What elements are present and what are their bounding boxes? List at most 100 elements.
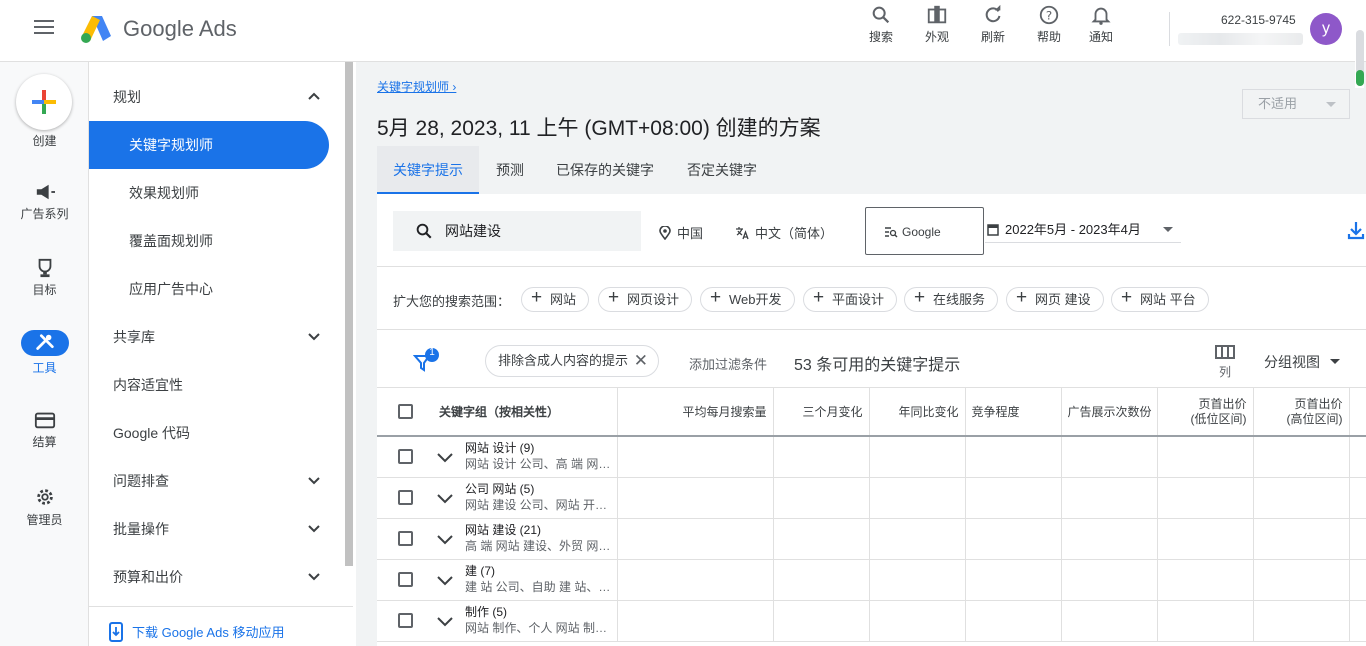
keyword-ideas-panel: 网站建设 中国 中文（简体） Google 2022年5月 - 2023年4月 … [377, 194, 1366, 646]
subnav-google-tag[interactable]: Google 代码 [89, 409, 329, 457]
col-impression-share[interactable]: 广告展示次数份 [1060, 388, 1157, 437]
row-checkbox-cell[interactable] [377, 600, 433, 642]
group-view-selector[interactable]: 分组视图 [1264, 352, 1340, 372]
tools-subnav: 规划 关键字规划师 效果规划师 覆盖面规划师 应用广告中心 共享库 内容适宜性 … [89, 62, 345, 646]
subnav-scrollbar[interactable] [345, 62, 353, 566]
breadcrumb[interactable]: 关键字规划师 › [377, 78, 456, 95]
row-checkbox-cell[interactable] [377, 559, 433, 601]
col-top-bid-low[interactable]: 页首出价 (低位区间) [1156, 388, 1253, 437]
row-checkbox-cell[interactable] [377, 518, 433, 560]
download-mobile-app-link[interactable]: 下载 Google Ads 移动应用 [108, 622, 284, 642]
tab-forecast[interactable]: 预测 [480, 146, 540, 194]
location-selector[interactable]: 中国 [659, 223, 703, 242]
suggestion-chip[interactable]: 网页 建设 [1006, 286, 1104, 312]
google-ads-logo [81, 16, 111, 43]
add-filter-button[interactable]: 添加过滤条件 [689, 354, 767, 373]
col-keyword-group[interactable]: 关键字组（按相关性） [433, 388, 617, 437]
keyword-group-cell[interactable]: 公司 网站 (5) 网站 建设 公司、网站 开… [433, 477, 617, 519]
table-row[interactable]: 建 (7) 建 站 公司、自助 建 站、… [377, 559, 1366, 601]
row-checkbox[interactable] [397, 613, 413, 628]
subnav-bulk-actions[interactable]: 批量操作 [89, 505, 329, 553]
table-row[interactable]: 制作 (5) 网站 制作、个人 网站 制… [377, 600, 1366, 642]
subnav-app-advertising-hub[interactable]: 应用广告中心 [89, 265, 329, 313]
chevron-down-icon[interactable] [437, 453, 453, 463]
keyword-group-cell[interactable]: 制作 (5) 网站 制作、个人 网站 制… [433, 600, 617, 642]
suggestion-chip[interactable]: 网站 平台 [1111, 286, 1209, 312]
network-selector[interactable]: Google [865, 207, 984, 255]
tab-saved-keywords[interactable]: 已保存的关键字 [540, 146, 670, 194]
row-checkbox[interactable] [397, 572, 413, 587]
metric-cell [1252, 559, 1349, 601]
subnav-budgets-bids[interactable]: 预算和出价 [89, 553, 329, 601]
keyword-search-input[interactable]: 网站建设 [393, 211, 641, 251]
select-all-cell[interactable] [377, 388, 433, 437]
subnav-keyword-planner[interactable]: 关键字规划师 [89, 121, 329, 169]
appearance-button[interactable]: 外观 [917, 4, 957, 45]
menu-icon[interactable] [34, 20, 54, 38]
help-button[interactable]: ? 帮助 [1029, 4, 1069, 45]
keyword-group-cell[interactable]: 网站 设计 (9) 网站 设计 公司、高 端 网… [433, 436, 617, 478]
col-three-month-change[interactable]: 三个月变化 [772, 388, 869, 437]
page-scrollbar[interactable] [1355, 30, 1364, 88]
search-button[interactable]: 搜索 [861, 4, 901, 45]
page-title: 5月 28, 2023, 11 上午 (GMT+08:00) 创建的方案 [377, 117, 821, 140]
status-select[interactable]: 不适用 [1242, 89, 1350, 119]
broaden-search-row: 扩大您的搜索范围： 网站 网页设计 Web开发 平面设计 在线服务 网页 建设 … [377, 266, 1366, 330]
nav-campaigns[interactable]: 广告系列 [0, 182, 89, 222]
table-row[interactable]: 公司 网站 (5) 网站 建设 公司、网站 开… [377, 477, 1366, 519]
col-avg-monthly-searches[interactable]: 平均每月搜索量 [616, 388, 773, 437]
subnav-performance-planner[interactable]: 效果规划师 [89, 169, 329, 217]
suggestion-chip[interactable]: 网站 [521, 286, 590, 312]
subnav-troubleshooting[interactable]: 问题排查 [89, 457, 329, 505]
keyword-group-cell[interactable]: 网站 建设 (21) 高 端 网站 建设、外贸 网… [433, 518, 617, 560]
table-row[interactable]: 网站 建设 (21) 高 端 网站 建设、外贸 网… [377, 518, 1366, 560]
chevron-down-icon[interactable] [437, 493, 453, 504]
select-all-checkbox[interactable] [397, 404, 413, 419]
columns-button[interactable]: 列 [1215, 344, 1235, 380]
metric-cell [868, 518, 965, 560]
col-competition[interactable]: 竞争程度 [964, 388, 1061, 437]
row-checkbox[interactable] [397, 449, 413, 465]
subnav-content-suitability[interactable]: 内容适宜性 [89, 361, 329, 409]
close-icon[interactable]: ✕ [634, 346, 648, 376]
table-row[interactable]: 网站 设计 (9) 网站 设计 公司、高 端 网… [377, 436, 1366, 478]
row-checkbox[interactable] [397, 490, 413, 505]
subnav-planning[interactable]: 规划 [89, 73, 329, 121]
chevron-down-icon[interactable] [437, 575, 453, 586]
nav-tools[interactable]: 工具 [0, 330, 89, 376]
nav-billing[interactable]: 结算 [0, 410, 89, 450]
row-checkbox[interactable] [397, 531, 413, 546]
notifications-label: 通知 [1088, 30, 1113, 44]
subnav-shared-library[interactable]: 共享库 [89, 313, 329, 361]
avatar[interactable]: y [1310, 13, 1342, 45]
col-yoy-change[interactable]: 年同比变化 [868, 388, 965, 437]
tab-keyword-ideas[interactable]: 关键字提示 [377, 146, 479, 194]
create-button[interactable] [16, 74, 72, 130]
nav-goals[interactable]: 目标 [0, 258, 89, 298]
row-checkbox-cell[interactable] [377, 436, 433, 478]
row-checkbox-cell[interactable] [377, 477, 433, 519]
suggestion-chip[interactable]: Web开发 [700, 286, 795, 312]
date-range-selector[interactable]: 2022年5月 - 2023年4月 [985, 217, 1181, 243]
metric-cell [616, 600, 773, 642]
col-top-bid-high[interactable]: 页首出价 (高位区间) [1252, 388, 1349, 437]
overflow-cell [1348, 600, 1366, 642]
language-selector[interactable]: 中文（简体） [735, 223, 833, 242]
download-icon[interactable] [1347, 220, 1365, 240]
tab-negative-keywords[interactable]: 否定关键字 [671, 146, 773, 194]
create-label: 创建 [32, 134, 57, 148]
suggestion-chip[interactable]: 平面设计 [803, 286, 898, 312]
refresh-button[interactable]: 刷新 [973, 4, 1013, 45]
chevron-down-icon[interactable] [437, 616, 453, 627]
subnav-reach-planner[interactable]: 覆盖面规划师 [89, 217, 329, 265]
keyword-group-cell[interactable]: 建 (7) 建 站 公司、自助 建 站、… [433, 559, 617, 601]
chevron-down-icon[interactable] [437, 534, 453, 545]
search-icon [872, 6, 890, 24]
nav-admin[interactable]: 管理员 [0, 486, 89, 528]
suggestion-chip[interactable]: 在线服务 [904, 286, 999, 312]
adult-content-filter-chip[interactable]: 排除含成人内容的提示 ✕ [485, 345, 660, 377]
suggestion-chip[interactable]: 网页设计 [598, 286, 693, 312]
chevron-down-icon [308, 573, 320, 581]
notifications-button[interactable]: 通知 [1081, 4, 1121, 45]
metric-cell [964, 559, 1061, 601]
